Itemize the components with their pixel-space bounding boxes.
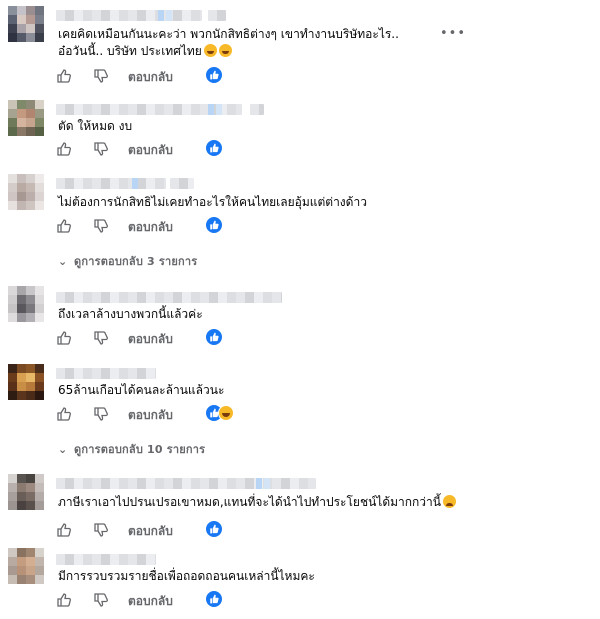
- like-reaction-icon[interactable]: [206, 591, 222, 607]
- commenter-name[interactable]: [56, 292, 282, 303]
- comment-text: ภาษีเราเอาไปปรนเปรอเขาหมด,แทนที่จะได้นำไ…: [58, 494, 456, 511]
- reply-button[interactable]: ตอบกลับ: [128, 330, 173, 349]
- thumbs-up-icon[interactable]: [56, 218, 72, 234]
- commenter-name[interactable]: [56, 368, 156, 379]
- reply-button[interactable]: ตอบกลับ: [128, 68, 173, 87]
- thumbs-down-icon[interactable]: [93, 592, 109, 608]
- thumbs-up-icon[interactable]: [56, 141, 72, 157]
- reply-button[interactable]: ตอบกลับ: [128, 592, 173, 611]
- commenter-name-extra: [208, 10, 226, 21]
- avatar[interactable]: [8, 286, 44, 322]
- comment-text: ไม่ต้องการนักสิทธิไม่เคยทำอะไรให้คนไทยเล…: [58, 195, 367, 209]
- reply-button[interactable]: ตอบกลับ: [128, 522, 173, 541]
- avatar[interactable]: [8, 548, 44, 584]
- thumbs-up-icon[interactable]: [56, 68, 72, 84]
- thumbs-down-icon[interactable]: [93, 522, 109, 538]
- reply-button[interactable]: ตอบกลับ: [128, 218, 173, 237]
- reply-button[interactable]: ตอบกลับ: [128, 141, 173, 160]
- like-reaction-icon[interactable]: [206, 329, 222, 345]
- thumbs-up-icon[interactable]: [56, 330, 72, 346]
- thumbs-up-icon[interactable]: [56, 592, 72, 608]
- thumbs-down-icon[interactable]: [93, 68, 109, 84]
- chevron-down-icon: ⌄: [58, 255, 68, 268]
- avatar[interactable]: [8, 174, 44, 210]
- sad-emoji-icon: [442, 495, 456, 508]
- thumbs-down-icon[interactable]: [93, 141, 109, 157]
- laughing-emoji-icon: [203, 44, 217, 57]
- chevron-down-icon: ⌄: [58, 443, 68, 456]
- thumbs-down-icon[interactable]: [93, 406, 109, 422]
- thumbs-up-icon[interactable]: [56, 406, 72, 422]
- comment-text: มีการรวบรวมรายชื่อเพื่อถอดถอนคนเหล่านี้ไ…: [58, 569, 315, 583]
- like-reaction-icon[interactable]: [206, 140, 222, 156]
- view-replies-button[interactable]: ⌄ ดูการตอบกลับ 10 รายการ: [58, 440, 205, 458]
- thumbs-up-icon[interactable]: [56, 522, 72, 538]
- avatar[interactable]: [8, 100, 44, 136]
- commenter-name[interactable]: [56, 554, 156, 565]
- comment-text: ถึงเวลาล้างบางพวกนี้แล้วค่ะ: [58, 307, 203, 321]
- comment-text: ตัด ให้หมด งบ: [58, 119, 133, 133]
- commenter-name[interactable]: [56, 478, 316, 489]
- thumbs-down-icon[interactable]: [93, 218, 109, 234]
- avatar[interactable]: [8, 364, 44, 400]
- comment-text: 65ล้านเกือบได้คนละล้านแล้วนะ: [58, 383, 225, 397]
- commenter-name[interactable]: [56, 178, 166, 189]
- commenter-name-extra: [170, 178, 194, 189]
- avatar[interactable]: [8, 6, 44, 42]
- commenter-name[interactable]: [56, 10, 202, 21]
- like-reaction-icon[interactable]: [206, 217, 222, 233]
- commenter-name-extra: [250, 104, 264, 115]
- thumbs-down-icon[interactable]: [93, 330, 109, 346]
- avatar[interactable]: [8, 474, 44, 510]
- comment-text: เคยคิดเหมือนกันนะคะว่า พวกนักสิทธิต่างๆ …: [58, 27, 399, 58]
- reply-button[interactable]: ตอบกลับ: [128, 406, 173, 425]
- like-reaction-icon[interactable]: [206, 67, 222, 83]
- haha-reaction-icon[interactable]: [218, 405, 234, 421]
- view-replies-button[interactable]: ⌄ ดูการตอบกลับ 3 รายการ: [58, 252, 197, 270]
- like-reaction-icon[interactable]: [206, 521, 222, 537]
- commenter-name[interactable]: [56, 104, 242, 115]
- laughing-emoji-icon: [218, 44, 232, 57]
- more-options-icon[interactable]: •••: [440, 26, 466, 41]
